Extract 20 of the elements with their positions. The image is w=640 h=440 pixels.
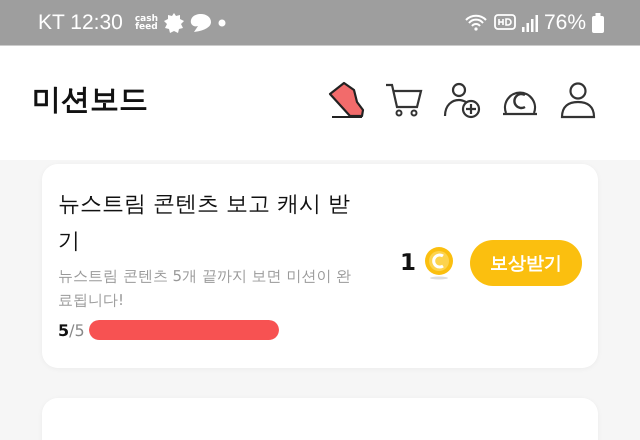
- wifi-icon: [464, 12, 488, 32]
- signal-icon: [522, 14, 538, 32]
- dot-icon: [218, 18, 226, 26]
- chat-bubble-icon: [190, 12, 212, 32]
- reward-amount: 1: [400, 250, 416, 276]
- mission-description: 뉴스트림 콘텐츠 5개 끝까지 보면 미션이 완료됩니다!: [58, 266, 352, 311]
- claim-reward-button[interactable]: 보상받기: [470, 240, 582, 286]
- coin-icon: [424, 246, 454, 280]
- sneaker-icon[interactable]: [326, 80, 366, 120]
- app-notification-label: cash feed: [134, 14, 158, 30]
- progress-count: 5/5: [58, 320, 85, 340]
- status-time: KT 12:30: [38, 10, 123, 34]
- profile-icon[interactable]: [558, 80, 598, 120]
- battery-icon: [592, 12, 604, 32]
- badge-icon: [164, 12, 184, 32]
- hd-icon: [494, 12, 516, 32]
- mission-title: 뉴스트림 콘텐츠 보고 캐시 받기: [58, 191, 351, 256]
- add-friend-icon[interactable]: [442, 80, 482, 120]
- battery-percent: 76%: [544, 10, 586, 34]
- page-title: 미션보드: [32, 81, 148, 118]
